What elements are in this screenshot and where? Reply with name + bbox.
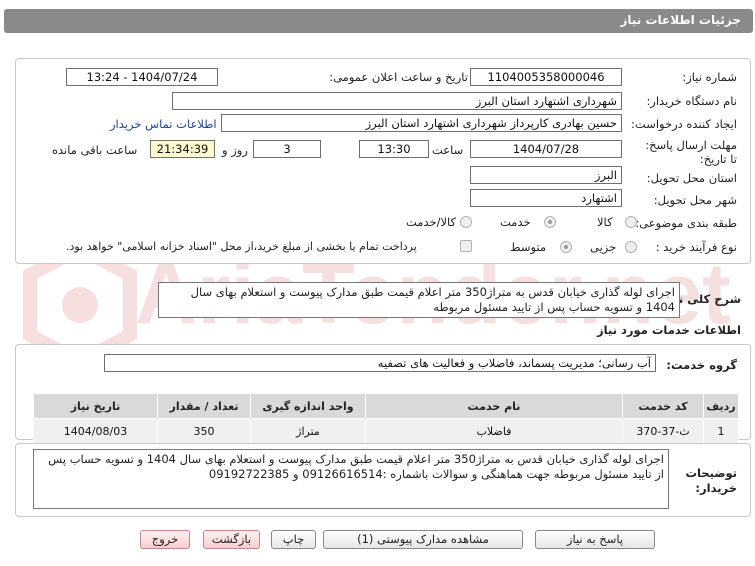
cell-unit: متراژ	[250, 418, 366, 444]
process-option-medium: متوسط	[510, 240, 547, 254]
deadline-label: مهلت ارسال پاسخ: تا تاریخ:	[645, 138, 737, 166]
deadline-time-field: 13:30	[359, 140, 429, 158]
treasury-checkbox[interactable]	[460, 240, 472, 252]
city-field: اشتهارد	[470, 189, 622, 207]
services-table-header: ردیف کد خدمت نام خدمت واحد اندازه گیری ت…	[33, 393, 739, 419]
header-bar: جزئیات اطلاعات نیاز	[0, 0, 755, 43]
cell-qty: 350	[157, 418, 251, 444]
table-row: 1 ث-37-370 فاضلاب متراژ 350 1404/08/03	[33, 418, 739, 444]
buyer-notes-textarea: اجرای لوله گذاری خیابان قدس به متراژ350 …	[33, 449, 669, 509]
contact-buyer-link[interactable]: اطلاعات تماس خریدار	[110, 117, 217, 131]
process-radio-medium[interactable]	[560, 241, 572, 253]
remaining-label: ساعت باقی مانده	[52, 143, 138, 157]
province-field: البرز	[470, 166, 622, 184]
print-button[interactable]: چاپ	[271, 530, 316, 549]
category-radio-service[interactable]	[544, 216, 556, 228]
col-code: کد خدمت	[622, 393, 704, 419]
creator-label: ایجاد کننده درخواست:	[631, 117, 737, 131]
remaining-time-field: 21:34:39	[150, 140, 215, 158]
deadline-date-field: 1404/07/28	[470, 140, 622, 158]
category-option-service: خدمت	[500, 215, 531, 229]
cell-code: ث-37-370	[622, 418, 704, 444]
buyer-org-label: نام دستگاه خریدار:	[646, 94, 737, 108]
process-radio-minor[interactable]	[625, 241, 637, 253]
service-group-field: آب رسانی؛ مدیریت پسماند، فاضلاب و فعالیت…	[104, 354, 656, 372]
col-row: ردیف	[703, 393, 739, 419]
category-radio-goods[interactable]	[625, 216, 637, 228]
days-label: روز و	[222, 143, 248, 157]
cell-date: 1404/08/03	[33, 418, 158, 444]
city-label: شهر محل تحویل:	[653, 193, 737, 207]
payment-note: پرداخت تمام یا بخشی از مبلغ خرید،از محل …	[66, 240, 417, 253]
col-date: تاریخ نیاز	[33, 393, 158, 419]
col-name: نام خدمت	[365, 393, 623, 419]
header-title-bar: جزئیات اطلاعات نیاز	[4, 9, 753, 33]
description-textarea: اجرای لوله گذاری خیابان قدس به متراژ350 …	[158, 282, 680, 318]
exit-button[interactable]: خروج	[140, 530, 190, 549]
view-attachments-button[interactable]: مشاهده مدارک پیوستی (1)	[323, 530, 523, 549]
service-group-label: گروه خدمت:	[666, 358, 737, 372]
process-label: نوع فرآیند خرید :	[655, 240, 737, 254]
page-title: جزئیات اطلاعات نیاز	[620, 13, 741, 27]
need-number-field: 1104005358000046	[470, 68, 622, 86]
services-table: ردیف کد خدمت نام خدمت واحد اندازه گیری ت…	[33, 393, 739, 444]
announce-label: تاریخ و ساعت اعلان عمومی:	[329, 70, 468, 84]
province-label: استان محل تحویل:	[646, 171, 737, 185]
respond-button[interactable]: پاسخ به نیاز	[535, 530, 655, 549]
cell-row: 1	[703, 418, 739, 444]
category-option-goods: کالا	[597, 215, 613, 229]
need-number-label: شماره نیاز:	[682, 70, 737, 84]
col-qty: تعداد / مقدار	[157, 393, 251, 419]
services-title: اطلاعات خدمات مورد نیاز	[597, 323, 741, 337]
process-option-minor: جزیی	[590, 240, 617, 254]
buyer-org-field: شهرداری اشتهارد استان البرز	[172, 92, 622, 110]
category-label: طبقه بندی موضوعی:	[635, 216, 737, 230]
category-radio-goods-service[interactable]	[460, 216, 472, 228]
buyer-notes-label: توضیحات خریدار:	[685, 466, 738, 495]
deadline-time-label: ساعت	[432, 143, 464, 157]
creator-field: حسین بهادری کارپرداز شهرداری اشتهارد است…	[221, 114, 622, 132]
col-unit: واحد اندازه گیری	[250, 393, 366, 419]
category-option-goods-service: کالا/خدمت	[406, 215, 457, 229]
days-field: 3	[253, 140, 321, 158]
announce-field: 1404/07/24 - 13:24	[66, 68, 218, 86]
cell-name: فاضلاب	[365, 418, 623, 444]
back-button[interactable]: بازگشت	[203, 530, 260, 549]
